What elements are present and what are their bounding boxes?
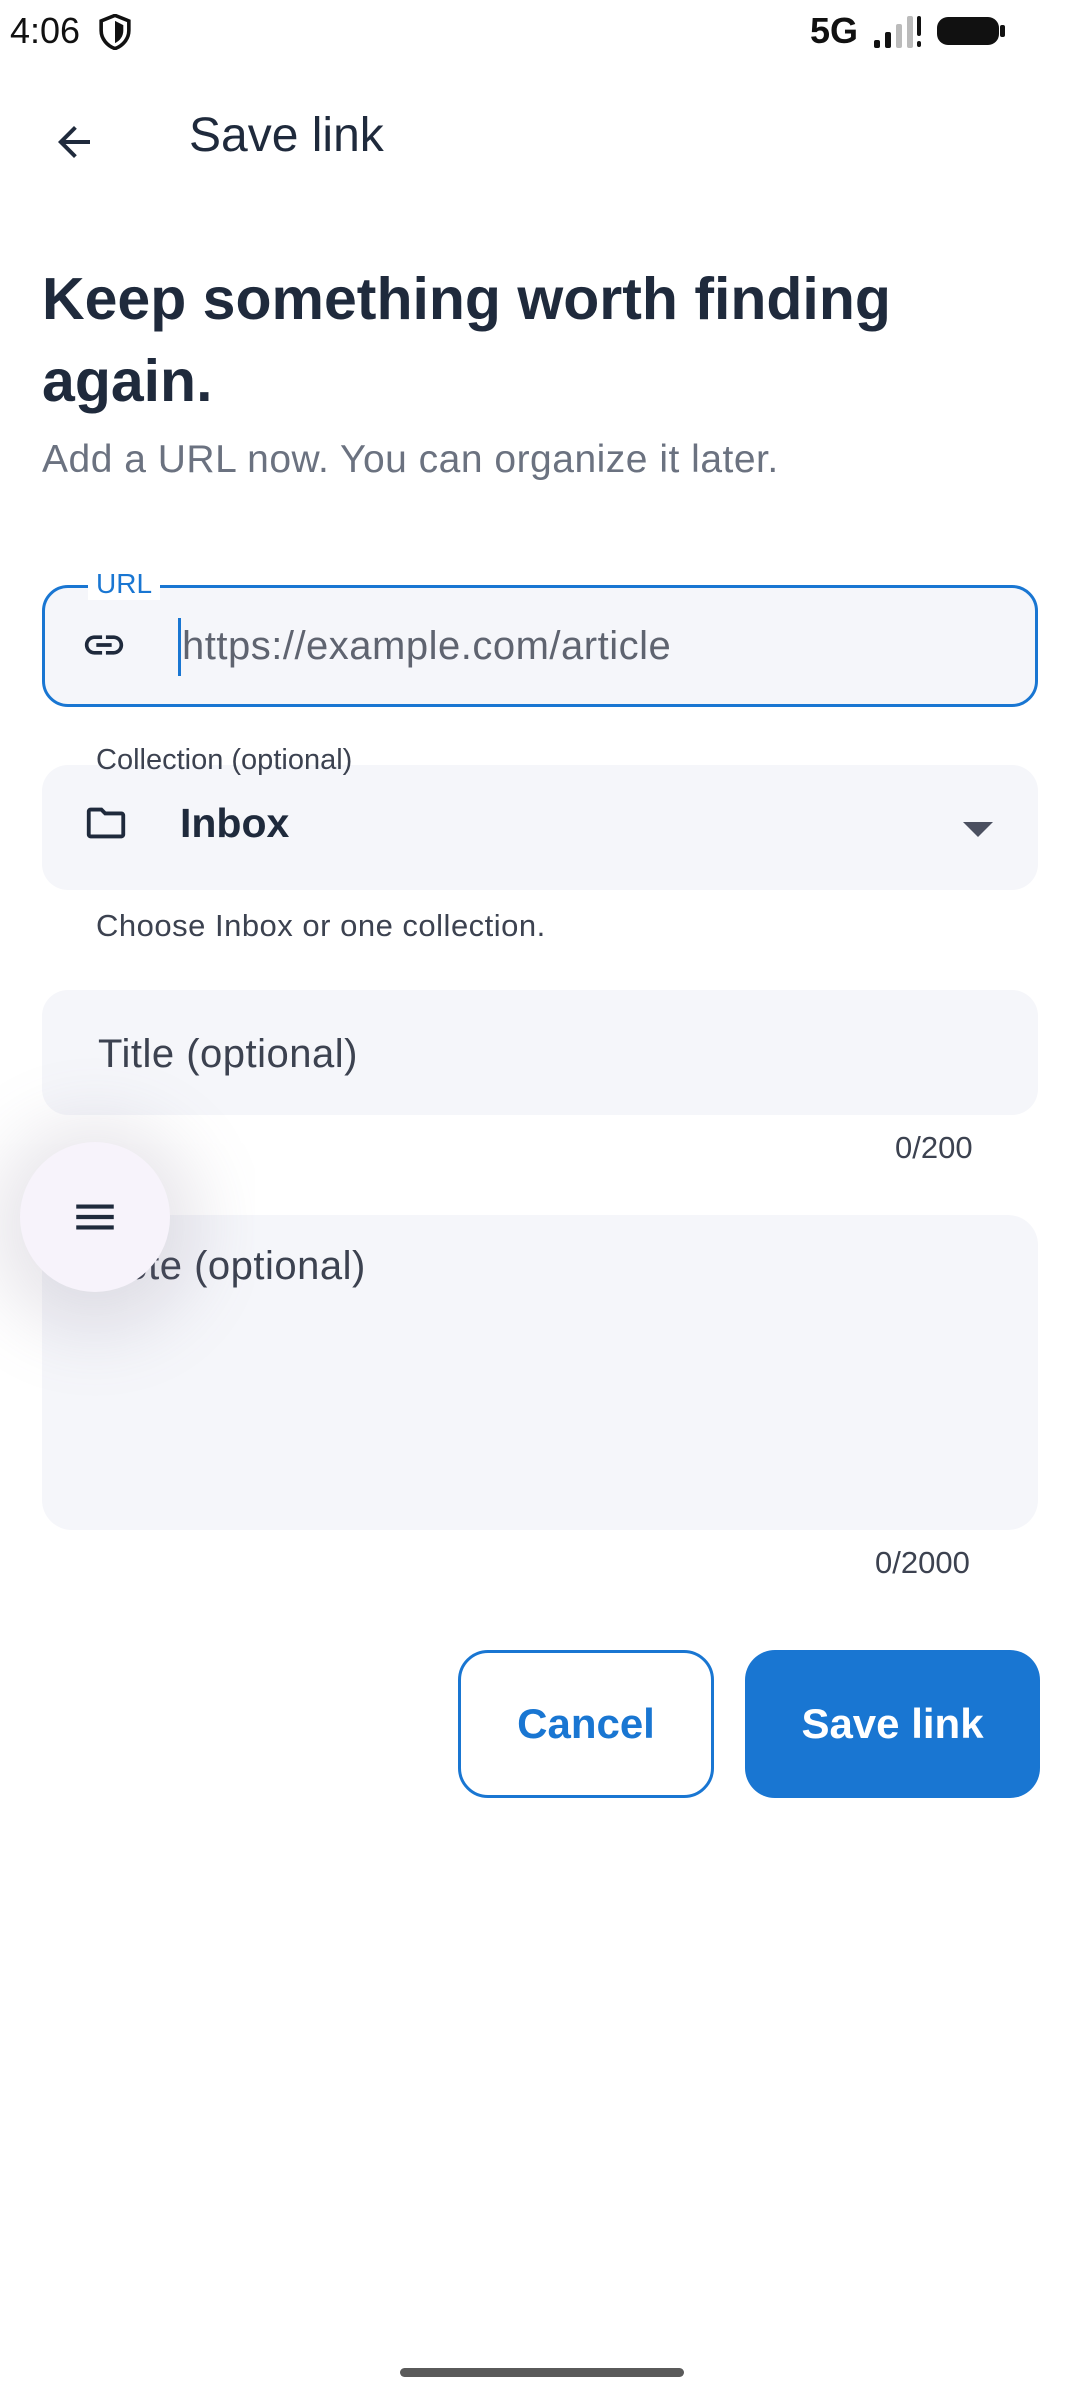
collection-label: Collection (optional) (96, 744, 353, 776)
shield-icon (99, 14, 131, 50)
link-icon (84, 635, 124, 655)
network-type: 5G (810, 10, 859, 51)
back-button[interactable] (36, 104, 112, 180)
save-link-button[interactable]: Save link (745, 1650, 1040, 1798)
home-indicator[interactable] (400, 2368, 684, 2377)
page-title: Save link (189, 109, 384, 162)
chevron-down-icon[interactable] (963, 822, 993, 837)
note-input[interactable] (96, 1244, 996, 1494)
subheadline: Add a URL now. You can organize it later… (42, 438, 779, 481)
status-time: 4:06 (10, 10, 81, 51)
collection-selected-value: Inbox (180, 800, 290, 846)
collection-helper-text: Choose Inbox or one collection. (96, 908, 546, 943)
headline: Keep something worth finding again. (42, 266, 891, 414)
title-char-counter: 0/200 (895, 1130, 973, 1165)
title-input[interactable] (96, 1020, 1000, 1088)
cancel-button[interactable]: Cancel (458, 1650, 714, 1798)
note-char-counter: 0/2000 (875, 1545, 970, 1580)
folder-icon (86, 807, 126, 839)
floating-menu-button[interactable] (20, 1142, 170, 1292)
battery-icon (937, 17, 1005, 45)
signal-icon (874, 16, 921, 48)
url-label: URL (88, 568, 161, 600)
url-input[interactable] (180, 616, 1002, 676)
menu-icon (76, 1204, 114, 1230)
arrow-back-icon (58, 126, 90, 158)
